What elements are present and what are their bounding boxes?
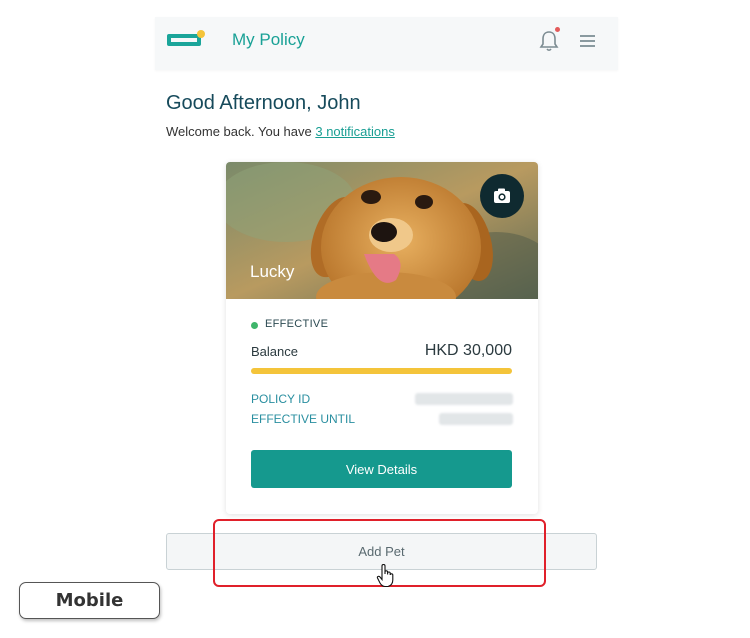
app-header: My Policy <box>155 17 618 70</box>
welcome-prefix: Welcome back. You have <box>166 124 316 139</box>
balance-bar-fill <box>251 368 512 374</box>
welcome-text: Welcome back. You have 3 notifications <box>166 124 395 139</box>
logo-dot <box>197 30 205 38</box>
hand-cursor-icon <box>376 564 394 588</box>
logo-icon[interactable] <box>166 30 206 52</box>
notifications-link[interactable]: 3 notifications <box>315 124 395 139</box>
status-badge: EFFECTIVE <box>265 318 329 330</box>
balance-label: Balance <box>251 344 298 359</box>
effective-until-label: EFFECTIVE UNTIL <box>251 412 356 426</box>
logo-shape <box>167 34 201 46</box>
camera-icon[interactable] <box>480 174 524 218</box>
policy-id-value-redacted <box>415 393 513 405</box>
effective-until-value-redacted <box>439 413 513 425</box>
pet-name: Lucky <box>250 262 295 281</box>
balance-value: HKD 30,000 <box>424 342 512 359</box>
status-dot <box>251 322 258 329</box>
mobile-label: Mobile <box>19 582 160 619</box>
hamburger-menu-icon[interactable] <box>580 30 596 50</box>
greeting-title: Good Afternoon, John <box>166 92 361 114</box>
policy-id-label: POLICY ID <box>251 392 311 406</box>
app-title: My Policy <box>232 30 305 49</box>
view-details-button[interactable]: View Details <box>251 450 512 488</box>
policy-card: Lucky EFFECTIVE Balance HKD 30,000 POLIC… <box>226 162 538 514</box>
notification-dot <box>555 27 560 32</box>
bell-icon[interactable] <box>538 29 560 53</box>
balance-bar <box>251 368 512 374</box>
